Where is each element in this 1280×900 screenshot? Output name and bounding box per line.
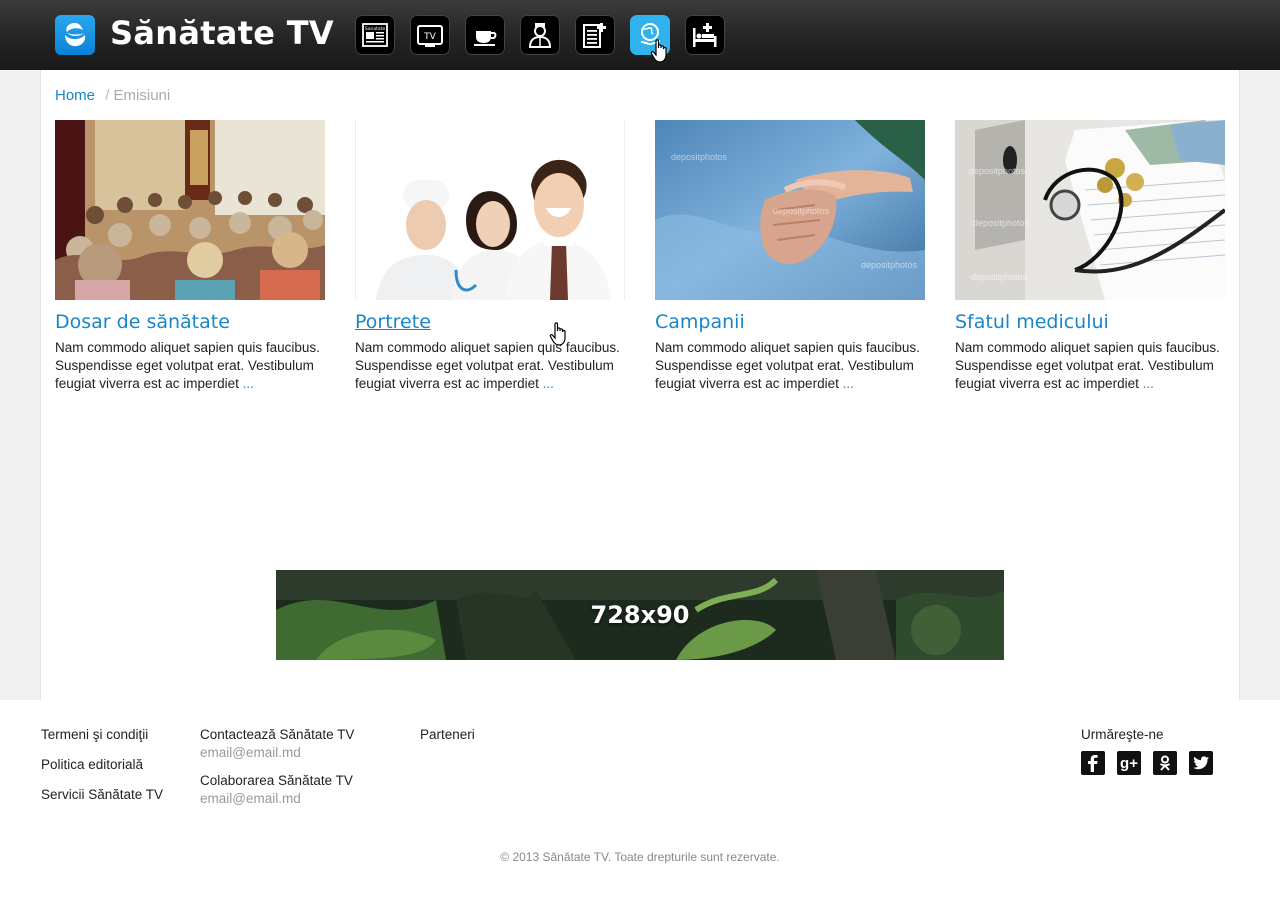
card-description-text: Nam commodo aliquet sapien quis faucibus… xyxy=(55,340,320,391)
footer-links: Termeni şi condiţii Politica editorială … xyxy=(41,726,163,816)
follow-us-label: Urmăreşte-ne xyxy=(1081,727,1164,742)
card-title-link[interactable]: Dosar de sănătate xyxy=(55,311,325,333)
card-title-link[interactable]: Portrete xyxy=(355,311,625,333)
newspaper-icon[interactable]: Sanatate xyxy=(355,15,395,55)
medical-staff-photo[interactable] xyxy=(355,120,625,300)
ad-banner[interactable]: 728x90 xyxy=(276,570,1004,660)
footer-collaboration-label[interactable]: Colaborarea Sănătate TV xyxy=(200,772,354,790)
footer-partners: Parteneri xyxy=(420,726,475,756)
site-brand-title[interactable]: Sănătate TV xyxy=(110,14,334,52)
footer: Termeni şi condiţii Politica editorială … xyxy=(0,700,1280,900)
odnoklassniki-icon[interactable] xyxy=(1153,751,1177,775)
footer-collaboration-email[interactable]: email@email.md xyxy=(200,791,354,806)
card-description-text: Nam commodo aliquet sapien quis faucibus… xyxy=(355,340,620,391)
footer-link-services[interactable]: Servicii Sănătate TV xyxy=(41,786,163,804)
card-title-link[interactable]: Campanii xyxy=(655,311,925,333)
newspaper-masthead: Sanatate xyxy=(365,26,386,32)
read-more-link[interactable]: ... xyxy=(1143,376,1154,391)
read-more-link[interactable]: ... xyxy=(543,376,554,391)
card-description-text: Nam commodo aliquet sapien quis faucibus… xyxy=(655,340,920,391)
show-card: Portrete Nam commodo aliquet sapien quis… xyxy=(355,120,625,393)
ad-size-label: 728x90 xyxy=(590,601,690,629)
facebook-icon[interactable] xyxy=(1081,751,1105,775)
doctor-icon[interactable] xyxy=(520,15,560,55)
stock-watermark: depositphotos xyxy=(861,260,918,270)
card-description: Nam commodo aliquet sapien quis faucibus… xyxy=(955,339,1225,393)
card-title-link[interactable]: Sfatul medicului xyxy=(955,311,1225,333)
footer-contact-label[interactable]: Contactează Sănătate TV xyxy=(200,726,354,744)
google-plus-text: g+ xyxy=(1120,754,1138,772)
card-description: Nam commodo aliquet sapien quis faucibus… xyxy=(55,339,325,393)
logo-icon[interactable] xyxy=(55,15,95,55)
card-description: Nam commodo aliquet sapien quis faucibus… xyxy=(355,339,625,393)
stock-watermark: depositphotos xyxy=(773,206,830,216)
coffee-cup-icon[interactable] xyxy=(465,15,505,55)
footer-link-terms[interactable]: Termeni şi condiţii xyxy=(41,726,163,744)
show-card: depositphotos depositphotos depositphoto… xyxy=(955,120,1225,393)
tv-icon[interactable]: TV xyxy=(410,15,450,55)
twitter-icon[interactable] xyxy=(1189,751,1213,775)
read-more-link[interactable]: ... xyxy=(243,376,254,391)
holding-hands-photo[interactable]: depositphotos depositphotos depositphoto… xyxy=(655,120,925,300)
breadcrumb: Home / Emisiuni xyxy=(55,87,170,104)
footer-social: Urmăreşte-ne g+ xyxy=(1081,726,1213,775)
social-icons: g+ xyxy=(1081,751,1213,775)
footer-link-editorial-policy[interactable]: Politica editorială xyxy=(41,756,163,774)
stock-watermark: depositphotos xyxy=(671,152,728,162)
stock-watermark: depositphotos xyxy=(971,272,1028,282)
copyright-notice: © 2013 Sănătate TV. Toate drepturile sun… xyxy=(500,850,780,864)
footer-partners-link[interactable]: Parteneri xyxy=(420,726,475,744)
stock-watermark: depositphotos xyxy=(973,218,1030,228)
read-more-link[interactable]: ... xyxy=(843,376,854,391)
show-card: Dosar de sănătate Nam commodo aliquet sa… xyxy=(55,120,325,393)
conference-audience-photo[interactable] xyxy=(55,120,325,300)
card-description: Nam commodo aliquet sapien quis faucibus… xyxy=(655,339,925,393)
breadcrumb-home-link[interactable]: Home xyxy=(55,87,95,104)
stock-watermark: depositphotos xyxy=(969,166,1026,176)
globe-hand-icon[interactable] xyxy=(630,15,670,55)
hospital-bed-icon[interactable] xyxy=(685,15,725,55)
category-nav: Sanatate TV xyxy=(355,15,725,55)
tv-screen-label: TV xyxy=(423,32,436,42)
top-navigation-bar: Sănătate TV Sanatate TV xyxy=(0,0,1280,70)
main-content: Home / Emisiuni Dosar de sănătate Nam co… xyxy=(40,70,1240,700)
google-plus-icon[interactable]: g+ xyxy=(1117,751,1141,775)
show-card: depositphotos depositphotos depositphoto… xyxy=(655,120,925,393)
footer-contacts: Contactează Sănătate TV email@email.md C… xyxy=(200,726,354,818)
card-description-text: Nam commodo aliquet sapien quis faucibus… xyxy=(955,340,1220,391)
document-plus-icon[interactable] xyxy=(575,15,615,55)
breadcrumb-current: Emisiuni xyxy=(113,87,171,104)
stethoscope-money-photo[interactable]: depositphotos depositphotos depositphoto… xyxy=(955,120,1225,300)
footer-contact-email[interactable]: email@email.md xyxy=(200,745,354,760)
breadcrumb-separator: / xyxy=(105,87,110,104)
